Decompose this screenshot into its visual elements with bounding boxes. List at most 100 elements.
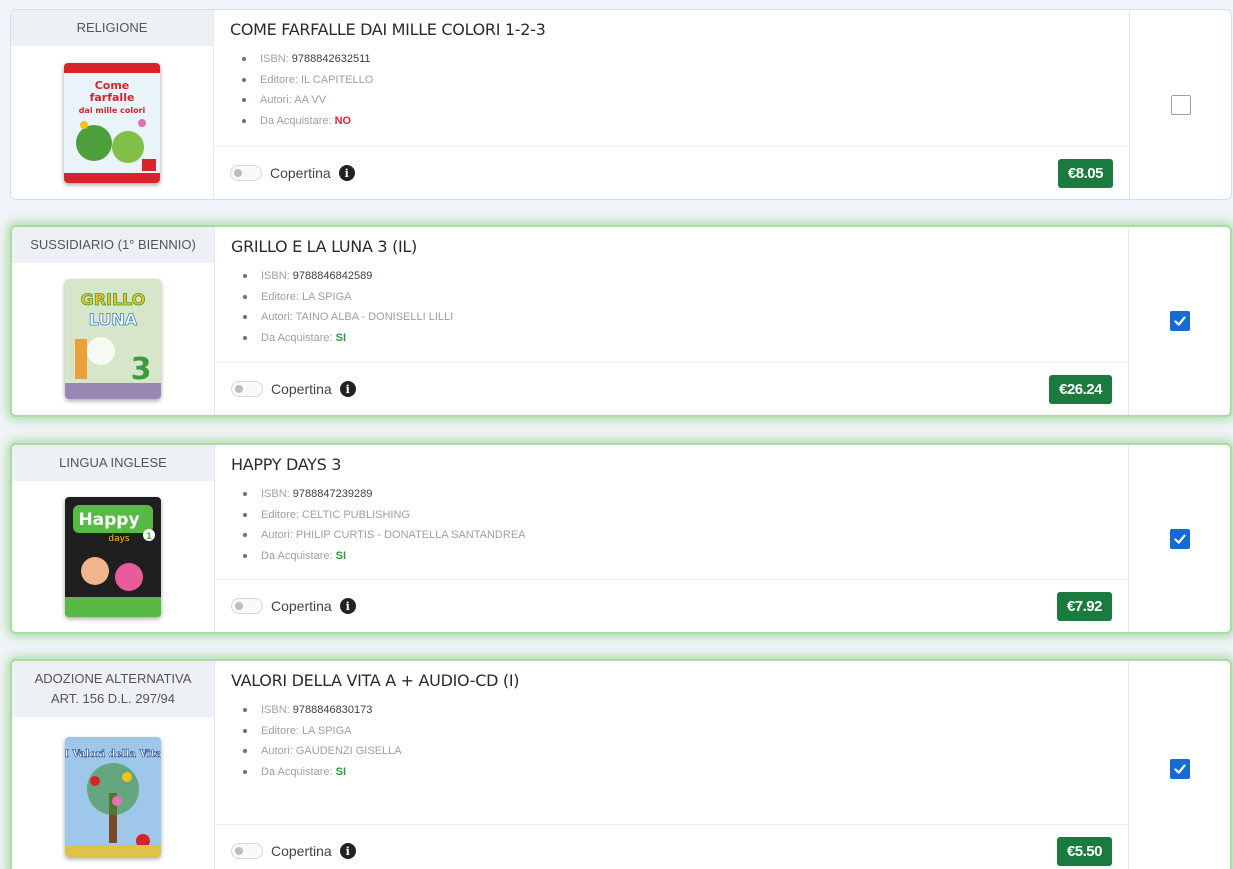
autori-row: Autori: PHILIP CURTIS - DONATELLA SANTAN… — [243, 525, 1112, 546]
isbn-value: 9788846842589 — [292, 270, 373, 282]
autori-value: PHILIP CURTIS - DONATELLA SANTANDREA — [295, 529, 526, 541]
select-checkbox[interactable] — [1169, 528, 1190, 549]
autori-label: Autori: — [261, 745, 293, 757]
book-details-list: ISBN: 9788847239289 Editore: CELTIC PUBL… — [231, 484, 1112, 566]
cover-wrap: Come farfalle dai mille colori — [11, 46, 213, 199]
copertina-label: Copertina — [271, 381, 332, 397]
editore-label: Editore: — [260, 73, 298, 86]
isbn-label: ISBN: — [261, 488, 290, 500]
book-title: GRILLO E LA LUNA 3 (IL) — [231, 237, 417, 256]
copertina-toggle[interactable] — [230, 165, 262, 181]
book-details-list: ISBN: 9788846842589 Editore: LA SPIGA Au… — [231, 266, 1112, 348]
editore-row: Editore: LA SPIGA — [243, 287, 1112, 308]
isbn-label: ISBN: — [260, 53, 289, 65]
acquistare-value: NO — [334, 114, 352, 127]
subject-label: LINGUA INGLESE — [12, 445, 214, 481]
svg-text:farfalle: farfalle — [90, 91, 135, 104]
cover-wrap: I Valori della Vita — [12, 717, 214, 869]
isbn-row: ISBN: 9788847239289 — [243, 484, 1112, 505]
subject-column: ADOZIONE ALTERNATIVA ART. 156 D.L. 297/9… — [12, 661, 215, 869]
book-info: COME FARFALLE DAI MILLE COLORI 1-2-3 ISB… — [214, 10, 1129, 147]
book-details-list: ISBN: 9788842632511 Editore: IL CAPITELL… — [230, 49, 1113, 131]
subject-label: ADOZIONE ALTERNATIVA ART. 156 D.L. 297/9… — [12, 661, 214, 717]
price-badge: €26.24 — [1049, 374, 1112, 404]
editore-row: Editore: LA SPIGA — [243, 721, 1112, 742]
select-checkbox[interactable] — [1169, 311, 1190, 331]
book-card: ADOZIONE ALTERNATIVA ART. 156 D.L. 297/9… — [10, 659, 1232, 869]
copertina-toggle[interactable] — [231, 843, 263, 859]
subject-column: SUSSIDIARIO (1° BIENNIO) GRILLO LUNA 3 — [12, 227, 215, 415]
copertina-label: Copertina — [271, 598, 332, 614]
book-card: SUSSIDIARIO (1° BIENNIO) GRILLO LUNA 3 G… — [10, 225, 1232, 417]
book-title: COME FARFALLE DAI MILLE COLORI 1-2-3 — [230, 20, 546, 39]
isbn-value: 9788842632511 — [291, 53, 371, 65]
price-badge: €7.92 — [1056, 591, 1112, 621]
subject-column: LINGUA INGLESE Happy days 1 — [12, 445, 215, 632]
select-checkbox[interactable] — [1169, 759, 1190, 779]
autori-value: TAINO ALBA - DONISELLI LILLI — [295, 311, 454, 323]
select-column — [1129, 445, 1230, 632]
acquistare-value: SI — [335, 549, 347, 562]
autori-label: Autori: — [260, 94, 292, 106]
isbn-value: 9788846830173 — [292, 704, 373, 716]
svg-text:I Valori della Vita: I Valori della Vita — [65, 749, 161, 760]
info-icon[interactable]: i — [338, 165, 355, 181]
autori-value: GAUDENZI GISELLA — [295, 745, 402, 757]
book-cover-image: Come farfalle dai mille colori — [64, 62, 160, 183]
book-footer: Copertina i €26.24 — [215, 363, 1128, 415]
isbn-row: ISBN: 9788842632511 — [242, 49, 1113, 70]
editore-value: CELTIC PUBLISHING — [301, 508, 410, 521]
copertina-toggle[interactable] — [231, 598, 263, 614]
book-title: HAPPY DAYS 3 — [231, 455, 342, 474]
autori-row: Autori: GAUDENZI GISELLA — [243, 741, 1112, 762]
editore-label: Editore: — [261, 724, 299, 737]
book-list: RELIGIONE Come farfalle dai mille colori… — [0, 0, 1233, 869]
autori-value: AA VV — [294, 94, 327, 106]
info-icon[interactable]: i — [339, 598, 356, 614]
acquistare-label: Da Acquistare: — [260, 114, 332, 127]
isbn-value: 9788847239289 — [292, 488, 373, 500]
autori-label: Autori: — [261, 529, 293, 541]
subject-label: RELIGIONE — [11, 10, 213, 46]
autori-row: Autori: TAINO ALBA - DONISELLI LILLI — [243, 307, 1112, 328]
book-cover-image: I Valori della Vita — [65, 737, 161, 857]
book-footer: Copertina i €7.92 — [215, 580, 1128, 632]
subject-label: SUSSIDIARIO (1° BIENNIO) — [12, 227, 214, 263]
book-title: VALORI DELLA VITA A + AUDIO-CD (I) — [231, 671, 520, 690]
book-card: LINGUA INGLESE Happy days 1 HAPPY DAYS 3… — [10, 443, 1232, 634]
editore-label: Editore: — [261, 508, 299, 521]
acquistare-row: Da Acquistare: SI — [243, 328, 1112, 349]
copertina-label: Copertina — [271, 843, 332, 859]
book-details-list: ISBN: 9788846830173 Editore: LA SPIGA Au… — [231, 700, 1112, 782]
editore-row: Editore: IL CAPITELLO — [242, 70, 1113, 91]
book-cover-image: GRILLO LUNA 3 — [65, 279, 161, 399]
book-footer: Copertina i €5.50 — [215, 825, 1128, 869]
isbn-row: ISBN: 9788846830173 — [243, 700, 1112, 721]
svg-text:days: days — [108, 534, 130, 544]
editore-value: LA SPIGA — [301, 724, 352, 737]
select-column — [1130, 10, 1231, 199]
cover-art: GRILLO LUNA 3 — [65, 279, 161, 399]
svg-text:LUNA: LUNA — [89, 310, 138, 329]
svg-text:3: 3 — [131, 352, 152, 387]
select-checkbox[interactable] — [1170, 94, 1191, 115]
cover-wrap: Happy days 1 — [12, 481, 214, 632]
select-column — [1129, 661, 1230, 869]
autori-row: Autori: AA VV — [242, 90, 1113, 111]
cover-art: I Valori della Vita — [65, 737, 161, 857]
editore-row: Editore: CELTIC PUBLISHING — [243, 505, 1112, 526]
book-cover-image: Happy days 1 — [65, 496, 161, 617]
subject-column: RELIGIONE Come farfalle dai mille colori — [11, 10, 214, 199]
isbn-label: ISBN: — [261, 704, 290, 716]
info-icon[interactable]: i — [339, 381, 356, 397]
svg-text:1: 1 — [146, 532, 152, 542]
info-icon[interactable]: i — [339, 843, 356, 859]
isbn-label: ISBN: — [261, 270, 290, 282]
book-details-column: GRILLO E LA LUNA 3 (IL) ISBN: 9788846842… — [215, 227, 1129, 415]
copertina-toggle[interactable] — [231, 381, 263, 397]
book-info: HAPPY DAYS 3 ISBN: 9788847239289 Editore… — [215, 445, 1128, 580]
copertina-label: Copertina — [270, 165, 331, 181]
book-footer: Copertina i €8.05 — [214, 147, 1129, 199]
editore-value: IL CAPITELLO — [300, 73, 374, 86]
acquistare-label: Da Acquistare: — [261, 765, 333, 778]
